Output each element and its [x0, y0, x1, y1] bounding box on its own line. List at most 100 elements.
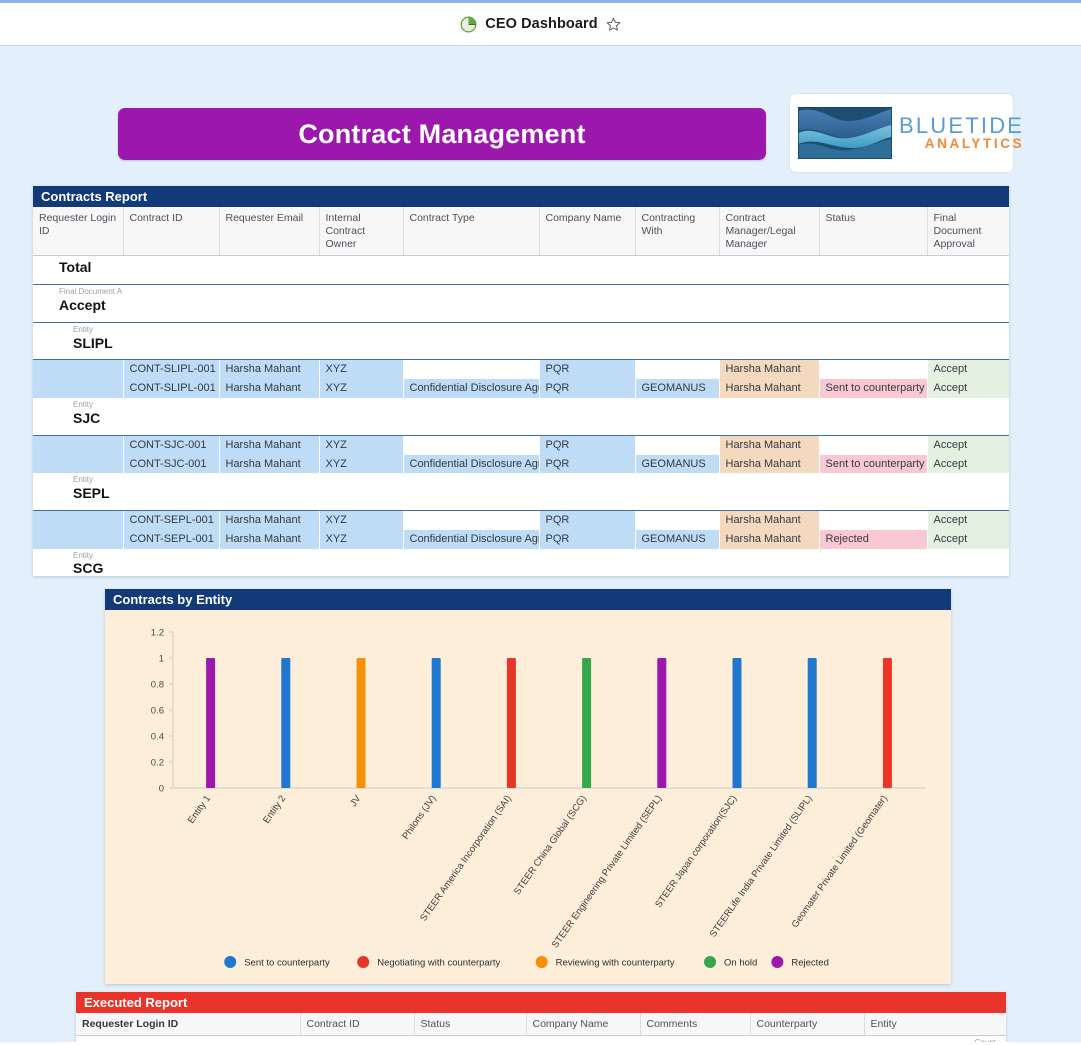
- cell-contract_type: Confidential Disclosure Agreen: [403, 454, 540, 474]
- bar[interactable]: [657, 658, 667, 788]
- cell-status: Rejected: [819, 529, 928, 549]
- column-header-4[interactable]: Contract Type: [403, 207, 540, 257]
- browser-tab-bar: CEO Dashboard: [0, 0, 1081, 46]
- table-row[interactable]: CONT-SEPL-001 Harsha Mahant XYZ PQR Harsha M…: [33, 510, 1009, 530]
- cell-company_name: PQR: [539, 379, 636, 399]
- contracts-table: Requester Login ID Contract ID Requester E…: [33, 207, 1009, 576]
- executed-table-header-row: Requester Login ID Contract ID Status Compa…: [76, 1013, 1006, 1036]
- column-header-1[interactable]: Contract ID: [123, 207, 220, 257]
- column-header-3[interactable]: Internal Contract Owner: [319, 207, 404, 257]
- cell-company_name: PQR: [539, 435, 636, 455]
- column-header-0[interactable]: Requester Login ID: [33, 207, 124, 257]
- column-header-2[interactable]: Requester Email: [219, 207, 320, 257]
- cell-contract_manager: Harsha Mahant: [719, 435, 820, 455]
- bar[interactable]: [206, 658, 216, 788]
- cell-internal_contract_owner: XYZ: [319, 510, 404, 530]
- executed-column-header-4[interactable]: Comments: [640, 1013, 751, 1036]
- cell-final_document_approval: Accept: [927, 359, 1009, 380]
- cell-requester_email: Harsha Mahant: [219, 454, 320, 474]
- entity-group-SCG[interactable]: Entity SCG: [33, 548, 1009, 576]
- group-label: SEPL: [73, 485, 110, 502]
- group-row-total[interactable]: Total: [33, 255, 1009, 286]
- x-tick-label: STEER China Global (SCG): [512, 793, 589, 897]
- cell-status: [819, 359, 928, 380]
- legend-label[interactable]: Sent to counterparty: [244, 958, 330, 969]
- entity-group-SLIPL[interactable]: Entity SLIPL: [33, 322, 1009, 361]
- cell-requester_login_id: [33, 379, 124, 399]
- legend-swatch[interactable]: [357, 956, 370, 968]
- x-tick-label: Entity 2: [261, 793, 288, 825]
- legend-swatch[interactable]: [224, 956, 237, 968]
- legend-swatch[interactable]: [771, 956, 784, 968]
- star-outline-icon[interactable]: [606, 17, 621, 32]
- legend-label[interactable]: Negotiating with counterparty: [377, 958, 500, 969]
- cell-internal_contract_owner: XYZ: [319, 359, 404, 380]
- legend-label[interactable]: Reviewing with counterparty: [556, 958, 675, 969]
- column-header-9[interactable]: Final Document Approval: [927, 207, 1009, 257]
- table-row[interactable]: CONT-SLIPL-001 Harsha Mahant XYZ Confidenti…: [33, 379, 1009, 399]
- y-tick-label: 1.2: [151, 628, 164, 639]
- bar[interactable]: [431, 658, 441, 788]
- x-tick-label: STEER Japan corporation(SJC): [653, 793, 739, 910]
- entity-group-SJC[interactable]: Entity SJC: [33, 398, 1009, 436]
- contracts-by-entity-card: Contracts by Entity 0 0.2 0.4 0.6 0.8 1 1.2 Ent…: [105, 589, 951, 984]
- chart-header: Contracts by Entity: [105, 589, 951, 610]
- column-header-7[interactable]: Contract Manager/Legal Manager: [719, 207, 820, 257]
- cell-final_document_approval: Accept: [927, 454, 1009, 474]
- cell-contract_id: CONT-SJC-001: [123, 454, 220, 474]
- cell-contracting_with: GEOMANUS: [635, 529, 720, 549]
- y-tick-label: 1: [159, 654, 164, 665]
- contracts-table-header-row: Requester Login ID Contract ID Requester E…: [33, 207, 1009, 257]
- table-row[interactable]: CONT-SJC-001 Harsha Mahant XYZ PQR Harsha Ma…: [33, 435, 1009, 455]
- executed-column-header-5[interactable]: Counterparty: [750, 1013, 865, 1036]
- dashboard-banner: Contract Management BLUETIDE ANALYTICS: [0, 46, 1081, 172]
- contracts-report-header: Contracts Report: [33, 186, 1009, 207]
- dashboard-page: Contract Management BLUETIDE ANALYTICS C…: [0, 46, 1081, 1042]
- executed-column-header-3[interactable]: Company Name: [526, 1013, 641, 1036]
- cell-requester_login_id: [33, 454, 124, 474]
- column-header-8[interactable]: Status: [819, 207, 928, 257]
- y-tick-label: 0.6: [151, 706, 164, 717]
- bar[interactable]: [356, 658, 366, 788]
- contracts-report-card: Contracts Report Requester Login ID Contr…: [33, 186, 1009, 576]
- table-row[interactable]: CONT-SLIPL-001 Harsha Mahant XYZ PQR Harsha …: [33, 359, 1009, 380]
- group-row-accept[interactable]: Final Document A Accept: [33, 284, 1009, 323]
- cell-final_document_approval: Accept: [927, 529, 1009, 549]
- legend-label[interactable]: On hold: [724, 958, 757, 969]
- cell-contracting_with: [635, 510, 720, 530]
- cell-company_name: PQR: [539, 359, 636, 380]
- executed-column-header-2[interactable]: Status: [414, 1013, 527, 1036]
- entity-group-SEPL[interactable]: Entity SEPL: [33, 473, 1009, 511]
- bar[interactable]: [882, 658, 892, 788]
- bar[interactable]: [582, 658, 592, 788]
- cell-final_document_approval: Accept: [927, 510, 1009, 530]
- executed-column-header-6[interactable]: Entity: [864, 1013, 1006, 1036]
- legend-label[interactable]: Rejected: [791, 958, 829, 969]
- legend-swatch[interactable]: [704, 956, 717, 968]
- executed-total-row[interactable]: TotalCount10: [76, 1035, 1006, 1042]
- column-header-5[interactable]: Company Name: [539, 207, 636, 257]
- table-row[interactable]: CONT-SEPL-001 Harsha Mahant XYZ Confidentia…: [33, 529, 1009, 549]
- tab-title[interactable]: CEO Dashboard: [485, 16, 598, 32]
- cell-company_name: PQR: [539, 454, 636, 474]
- bar[interactable]: [732, 658, 742, 788]
- legend-swatch[interactable]: [535, 956, 548, 968]
- bar[interactable]: [807, 658, 817, 788]
- cell-internal_contract_owner: XYZ: [319, 379, 404, 399]
- column-header-6[interactable]: Contracting With: [635, 207, 720, 257]
- executed-column-header-1[interactable]: Contract ID: [300, 1013, 415, 1036]
- cell-requester_login_id: [33, 359, 124, 380]
- cell-contract_manager: Harsha Mahant: [719, 529, 820, 549]
- cell-contracting_with: GEOMANUS: [635, 454, 720, 474]
- cell-contracting_with: [635, 435, 720, 455]
- table-row[interactable]: CONT-SJC-001 Harsha Mahant XYZ Confidential…: [33, 454, 1009, 474]
- executed-column-header-0[interactable]: Requester Login ID: [76, 1013, 301, 1036]
- bar[interactable]: [281, 658, 291, 788]
- bar[interactable]: [506, 658, 516, 788]
- executed-report-title: Executed Report: [84, 995, 188, 1010]
- x-tick-label: JV: [348, 793, 364, 809]
- executed-table: Requester Login ID Contract ID Status Compa…: [76, 1013, 1006, 1042]
- bar-chart-svg[interactable]: 0 0.2 0.4 0.6 0.8 1 1.2 Entity 1 Entity 2 JV Philo…: [105, 610, 951, 984]
- group-sublabel: Entity: [73, 550, 94, 560]
- cell-contract_manager: Harsha Mahant: [719, 510, 820, 530]
